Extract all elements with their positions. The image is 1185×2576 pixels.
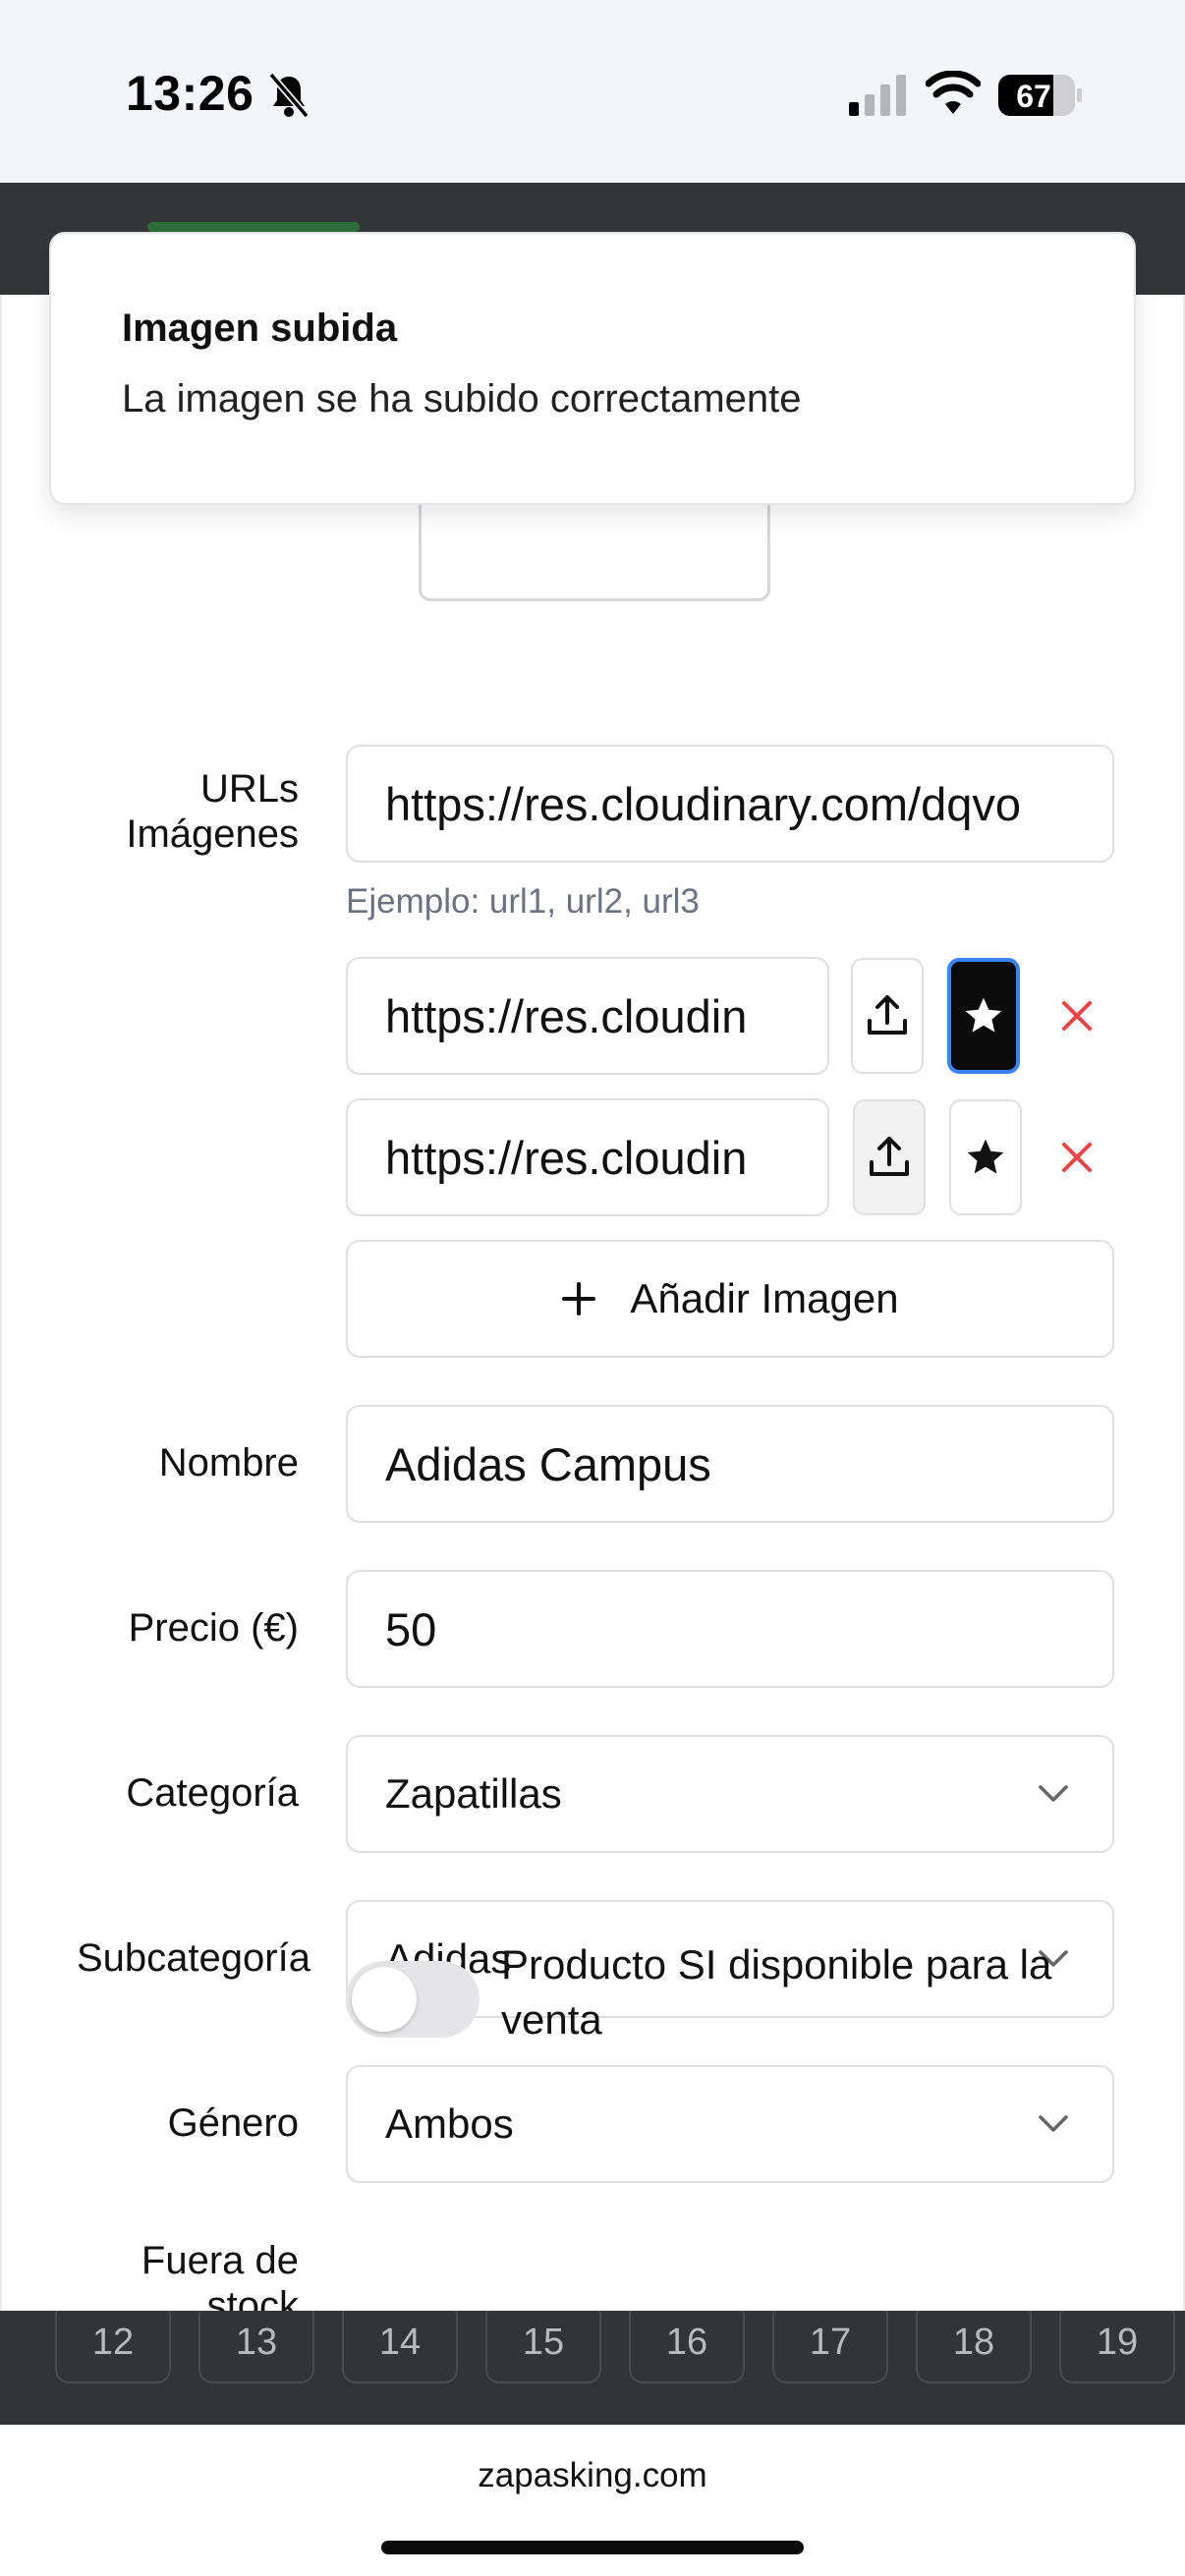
image-url-value-2: https://res.cloudin bbox=[385, 1131, 748, 1184]
toast-notification[interactable]: Imagen subida La imagen se ha subido cor… bbox=[49, 232, 1136, 505]
upload-button-1[interactable] bbox=[851, 958, 924, 1074]
product-form-modal: URLs Imágenes https://res.cloudinary.com… bbox=[0, 295, 1185, 2311]
price-input-value: 50 bbox=[385, 1602, 437, 1655]
signal-icon bbox=[849, 75, 906, 116]
browser-address-bar[interactable]: zapasking.com bbox=[0, 2425, 1185, 2576]
urls-label: URLs Imágenes bbox=[126, 767, 299, 856]
out-of-stock-description: Producto SI disponible para la venta bbox=[501, 1941, 1052, 2043]
calendar-day[interactable]: 12 bbox=[55, 2311, 171, 2383]
home-indicator[interactable] bbox=[381, 2541, 804, 2554]
chevron-down-icon bbox=[1039, 1785, 1068, 1802]
plus-icon bbox=[562, 1282, 596, 1316]
gender-select[interactable]: Ambos bbox=[346, 2065, 1114, 2183]
browser-url[interactable]: zapasking.com bbox=[0, 2456, 1185, 2495]
status-bar: 13:26 67 bbox=[0, 0, 1185, 183]
calendar-day[interactable]: 13 bbox=[198, 2311, 314, 2383]
calendar-day[interactable]: 16 bbox=[629, 2311, 745, 2383]
upload-icon bbox=[868, 995, 907, 1035]
image-url-input-1[interactable]: https://res.cloudin bbox=[346, 957, 829, 1075]
wifi-icon bbox=[926, 71, 981, 114]
upload-button-2[interactable] bbox=[853, 1099, 926, 1215]
category-select[interactable]: Zapatillas bbox=[346, 1735, 1114, 1853]
category-label: Categoría bbox=[126, 1771, 299, 1815]
out-of-stock-label: Fuera de stock bbox=[141, 2239, 299, 2311]
toggle-knob bbox=[352, 1967, 417, 2032]
subcategory-label: Subcategoría bbox=[77, 1936, 310, 1980]
name-input-value: Adidas Campus bbox=[385, 1437, 711, 1490]
calendar-day[interactable]: 18 bbox=[916, 2311, 1032, 2383]
toast-message: La imagen se ha subido correctamente bbox=[122, 377, 802, 420]
set-main-image-button-2[interactable] bbox=[949, 1099, 1022, 1215]
name-input[interactable]: Adidas Campus bbox=[346, 1405, 1114, 1523]
calendar-day[interactable]: 15 bbox=[485, 2311, 601, 2383]
remove-image-button-1[interactable] bbox=[1047, 986, 1106, 1045]
status-time: 13:26 bbox=[126, 66, 254, 121]
toast-title: Imagen subida bbox=[122, 307, 398, 350]
upload-icon bbox=[870, 1137, 909, 1176]
star-icon bbox=[965, 997, 1002, 1033]
category-select-value: Zapatillas bbox=[385, 1770, 562, 1817]
calendar-day[interactable]: 17 bbox=[772, 2311, 888, 2383]
urls-input-value: https://res.cloudinary.com/dqvo bbox=[385, 777, 1021, 830]
image-url-input-2[interactable]: https://res.cloudin bbox=[346, 1098, 829, 1216]
star-icon bbox=[967, 1139, 1004, 1174]
bell-slash-icon bbox=[268, 72, 310, 119]
close-icon bbox=[1062, 1001, 1092, 1031]
remove-image-button-2[interactable] bbox=[1047, 1128, 1106, 1187]
chevron-down-icon bbox=[1039, 2115, 1068, 2132]
add-image-label: Añadir Imagen bbox=[630, 1275, 899, 1321]
battery-level: 67 bbox=[1016, 79, 1051, 114]
price-label: Precio (€) bbox=[128, 1606, 299, 1650]
add-image-button[interactable]: Añadir Imagen bbox=[346, 1240, 1114, 1358]
calendar-strip: 12 13 14 15 16 17 18 19 bbox=[0, 2311, 1185, 2425]
gender-label: Género bbox=[167, 2101, 299, 2145]
calendar-day[interactable]: 19 bbox=[1059, 2311, 1175, 2383]
price-input[interactable]: 50 bbox=[346, 1570, 1114, 1688]
urls-hint: Ejemplo: url1, url2, url3 bbox=[346, 882, 700, 921]
calendar-day[interactable]: 14 bbox=[342, 2311, 458, 2383]
gender-select-value: Ambos bbox=[385, 2100, 514, 2147]
header-accent-pill bbox=[147, 222, 360, 232]
close-icon bbox=[1062, 1143, 1092, 1172]
image-url-value-1: https://res.cloudin bbox=[385, 989, 748, 1042]
name-label: Nombre bbox=[158, 1441, 299, 1484]
set-main-image-button-1[interactable] bbox=[947, 958, 1020, 1074]
urls-input[interactable]: https://res.cloudinary.com/dqvo bbox=[346, 745, 1114, 863]
